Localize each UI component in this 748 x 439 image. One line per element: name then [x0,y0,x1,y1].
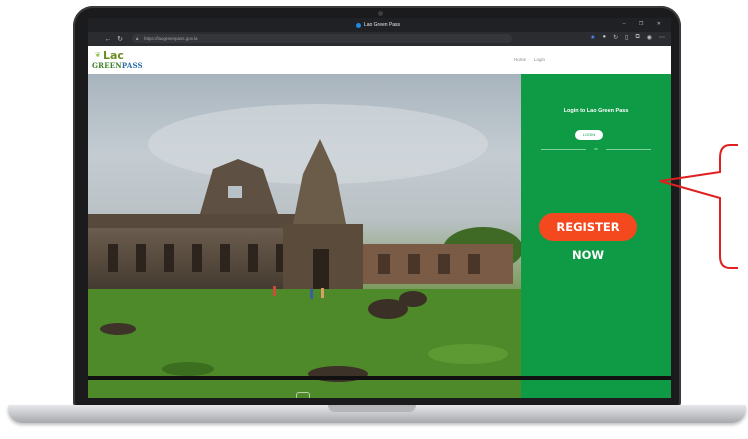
star-icon[interactable]: ★ [590,34,595,41]
leaf-icon: ❦ [95,52,101,59]
carousel-indicator[interactable] [296,392,310,398]
menu-icon[interactable]: ⋯ [659,34,665,41]
browser-titlebar: Lao Green Pass – ❐ ✕ [88,18,671,32]
refresh-small-icon[interactable]: ↻ [613,34,618,41]
back-icon[interactable]: ← [102,36,114,43]
divider-line-right [606,149,651,150]
laptop-screen: Lao Green Pass – ❐ ✕ ← ↻ 🔒︎ https://laog… [88,18,671,398]
webcam [378,11,383,16]
logo-green: GREEN [92,61,122,70]
browser-tab[interactable]: Lao Green Pass [323,18,433,32]
lock-icon: 🔒︎ [136,36,139,41]
site-navbar: ❦ Lac GREENPASS Home Login [88,46,671,75]
login-panel: Login to Lao Green Pass LOGIN or REGISTE… [521,74,671,398]
site-logo[interactable]: ❦ Lac GREENPASS [91,49,151,70]
tab-favicon-icon [355,22,361,28]
login-button[interactable]: LOGIN [575,130,603,140]
register-now-button[interactable]: REGISTER NOW [539,213,637,262]
browser-toolbar: ← ↻ 🔒︎ https://laogreenpass.gov.la ★ ● ↻… [88,32,671,46]
laptop-notch [328,405,416,412]
logo-pass: PASS [121,61,143,70]
temple-ruins-illustration [88,104,521,398]
refresh-icon[interactable]: ↻ [114,35,126,43]
logo-subtitle: GREENPASS [92,61,143,70]
taskbar-strip [88,376,671,380]
toolbar-icons: ★ ● ↻ ▯ ⧉ ◉ ⋯ [590,34,665,41]
hero-image [88,74,521,398]
sidebar-icon[interactable]: ▯ [625,34,628,41]
tab-title: Lao Green Pass [363,22,401,28]
collections-icon[interactable]: ⧉ [635,34,639,41]
profile-icon[interactable]: ◉ [647,34,652,41]
nav-links: Home Login [514,57,545,62]
nav-login[interactable]: Login [534,57,545,62]
extensions-icon[interactable]: ● [602,34,606,41]
url-text: https://laogreenpass.gov.la [144,36,198,41]
panel-title: Login to Lao Green Pass [563,108,629,114]
address-bar[interactable]: 🔒︎ https://laogreenpass.gov.la [132,34,512,43]
nav-home[interactable]: Home [514,57,526,62]
window-controls[interactable]: – ❐ ✕ [623,21,667,27]
or-divider: or [541,146,651,152]
web-page: ❦ Lac GREENPASS Home Login Login to Lao … [88,46,671,398]
